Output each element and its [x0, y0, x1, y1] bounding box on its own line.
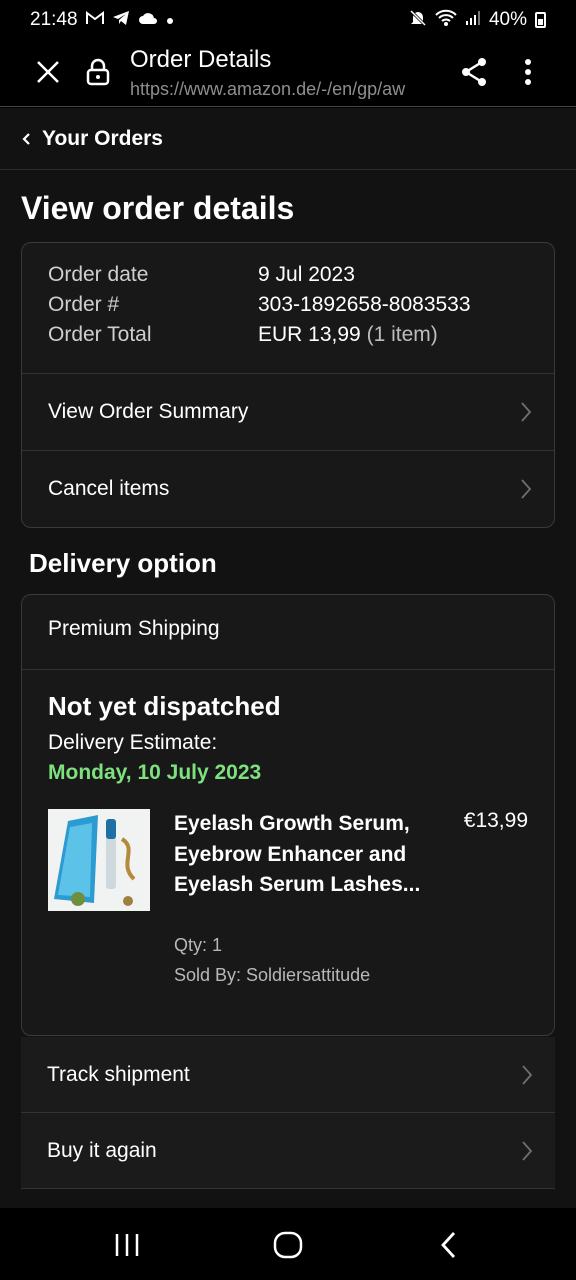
back-icon[interactable] — [432, 1228, 466, 1262]
gmail-icon — [85, 10, 104, 30]
view-order-summary-label: View Order Summary — [48, 400, 249, 423]
chevron-right-icon — [521, 1064, 533, 1086]
dot-icon — [166, 10, 174, 30]
track-shipment-label: Track shipment — [47, 1062, 190, 1086]
home-icon[interactable] — [271, 1228, 305, 1262]
breadcrumb[interactable]: Your Orders — [0, 108, 576, 170]
lock-icon[interactable] — [86, 58, 110, 86]
clock: 21:48 — [30, 9, 78, 30]
browser-title: Order Details — [130, 46, 272, 73]
cancel-items-label: Cancel items — [48, 477, 170, 500]
order-date-label: Order date — [48, 263, 149, 286]
order-total-amount: EUR 13,99 — [258, 323, 361, 346]
browser-toolbar: Order Details https://www.amazon.de/-/en… — [0, 40, 576, 107]
close-icon[interactable] — [34, 58, 62, 86]
share-icon[interactable] — [458, 56, 490, 88]
system-nav-bar — [0, 1208, 576, 1280]
product-image[interactable] — [48, 809, 150, 911]
product-quantity: Qty: 1 — [174, 935, 223, 955]
battery-percent: 40% — [488, 9, 527, 30]
browser-url[interactable]: https://www.amazon.de/-/en/gp/aw — [130, 79, 440, 100]
chevron-left-icon — [20, 132, 34, 146]
chevron-right-icon — [521, 1140, 533, 1162]
order-number-label: Order # — [48, 293, 120, 316]
product-seller: Sold By: Soldiersattitude — [174, 965, 371, 985]
order-total-value: EUR 13,99 (1 item) — [258, 323, 438, 347]
battery-icon — [535, 12, 546, 28]
chevron-right-icon — [520, 401, 532, 423]
cloud-icon — [138, 10, 158, 30]
more-vert-icon[interactable] — [518, 56, 538, 88]
order-total-label: Order Total — [48, 323, 152, 346]
signal-icon — [465, 10, 481, 31]
mute-icon — [409, 9, 427, 32]
chevron-right-icon — [520, 478, 532, 500]
delivery-estimate-label: Delivery Estimate: — [48, 731, 218, 754]
recent-apps-icon[interactable] — [110, 1228, 144, 1262]
cancel-items-link[interactable]: Cancel items — [22, 451, 554, 527]
page-title: View order details — [21, 190, 295, 226]
wifi-icon — [435, 9, 457, 32]
divider — [22, 669, 554, 670]
order-date-value: 9 Jul 2023 — [258, 263, 355, 286]
shipping-type: Premium Shipping — [48, 617, 220, 640]
back-to-orders-link[interactable]: Your Orders — [42, 127, 163, 151]
shipment-actions: Track shipment Buy it again — [21, 1037, 555, 1189]
order-info-card: Order date 9 Jul 2023 Order # 303-189265… — [21, 242, 555, 528]
view-order-summary-link[interactable]: View Order Summary — [22, 374, 554, 450]
product-name-link[interactable]: Eyelash Growth Serum, Eyebrow Enhancer a… — [174, 809, 434, 901]
delivery-card: Premium Shipping Not yet dispatched Deli… — [21, 594, 555, 1036]
track-shipment-link[interactable]: Track shipment — [21, 1037, 555, 1113]
product-price: €13,99 — [463, 809, 528, 832]
telegram-icon — [112, 10, 130, 31]
buy-it-again-link[interactable]: Buy it again — [21, 1113, 555, 1189]
order-total-items: (1 item) — [366, 323, 438, 346]
delivery-heading: Delivery option — [29, 548, 217, 578]
buy-it-again-label: Buy it again — [47, 1138, 157, 1162]
shipment-status: Not yet dispatched — [48, 691, 281, 721]
page-content: Your Orders View order details Order dat… — [0, 108, 576, 1208]
order-number-value: 303-1892658-8083533 — [258, 293, 471, 316]
status-bar: 21:48 40% — [0, 0, 576, 40]
delivery-estimate-date: Monday, 10 July 2023 — [48, 761, 262, 784]
